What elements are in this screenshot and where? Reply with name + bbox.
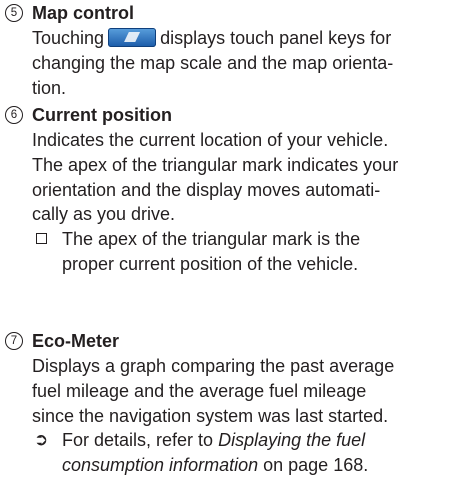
section-current-position: 6 Current position Indicates the current… [0, 103, 457, 277]
body-line: since the navigation system was last sta… [32, 405, 389, 426]
section-map-control: 5 Map control Touching displays touch pan… [0, 1, 457, 100]
note-line: proper current position of the vehicle. [62, 253, 359, 274]
section-eco-meter: 7 Eco-Meter Displays a graph comparing t… [0, 329, 457, 478]
body-line: cally as you drive. [32, 204, 176, 225]
reference-line: For details, refer to Displaying the fue… [62, 428, 452, 453]
body-line: Touching displays touch panel keys for [32, 26, 452, 51]
reference-note: ➲ For details, refer to Displaying the f… [32, 428, 452, 478]
section-header: 7 Eco-Meter [0, 329, 457, 353]
reference-link-title[interactable]: Displaying the fuel [218, 430, 365, 450]
section-title: Current position [32, 105, 172, 125]
body-line: Displays a graph comparing the past aver… [32, 356, 395, 376]
note: The apex of the triangular mark is the p… [32, 227, 452, 277]
section-body: Indicates the current location of your v… [0, 128, 452, 277]
arrow-reference-icon: ➲ [34, 430, 49, 450]
body-line: The apex of the triangular mark indicate… [32, 154, 399, 175]
section-title: Eco-Meter [32, 331, 120, 351]
body-line: orientation and the display moves automa… [32, 179, 381, 200]
checkbox-note-icon [36, 233, 47, 245]
reference-line: consumption information on page 168. [62, 453, 452, 478]
section-header: 5 Map control [0, 1, 457, 25]
body-line: Indicates the current location of your v… [32, 130, 389, 150]
note-line: The apex of the triangular mark is the [62, 229, 361, 250]
body-line: tion. [32, 77, 67, 98]
reference-link-title[interactable]: consumption information [62, 455, 258, 475]
body-line: changing the map scale and the map orien… [32, 52, 394, 73]
section-body: Touching displays touch panel keys for ch… [0, 26, 452, 100]
body-line: fuel mileage and the average fuel mileag… [32, 380, 367, 401]
item-number-badge: 5 [5, 4, 23, 22]
item-number-badge: 7 [5, 332, 23, 350]
reference-prefix: For details, refer to [62, 430, 214, 451]
reference-page: on page 168. [263, 455, 369, 476]
section-body: Displays a graph comparing the past aver… [0, 354, 452, 478]
map-control-key-icon [108, 28, 157, 47]
section-title: Map control [32, 3, 134, 23]
section-header: 6 Current position [0, 103, 457, 127]
item-number-badge: 6 [5, 106, 23, 124]
body-text-before-icon: Touching [32, 28, 105, 48]
body-text-after-icon: displays touch panel keys for [160, 28, 392, 48]
